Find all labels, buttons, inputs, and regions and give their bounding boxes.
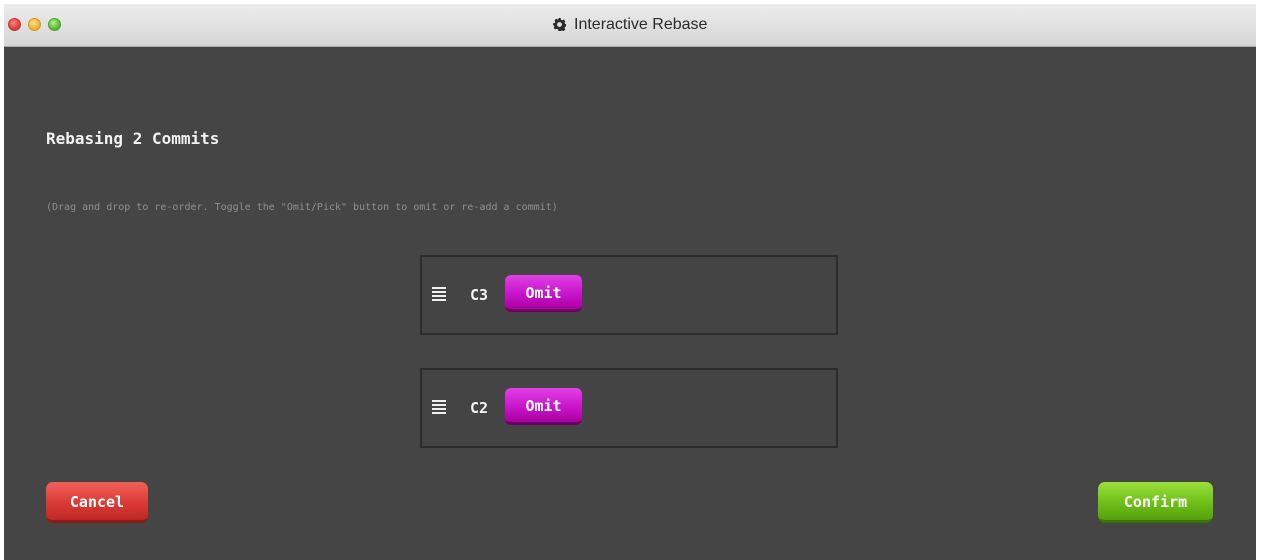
commit-id: C3 (470, 286, 489, 304)
omit-toggle-button[interactable]: Omit (505, 275, 582, 312)
cancel-button[interactable]: Cancel (46, 482, 148, 523)
drag-handle-icon[interactable] (432, 400, 446, 414)
rebase-hint: (Drag and drop to re-order. Toggle the "… (46, 202, 558, 213)
gear-icon (552, 18, 567, 36)
commit-row-c2[interactable]: C2 Omit (420, 368, 838, 448)
drag-handle-icon[interactable] (432, 287, 446, 301)
window-title: Interactive Rebase (4, 16, 1256, 36)
rebase-heading: Rebasing 2 Commits (46, 129, 220, 148)
title-bar[interactable]: Interactive Rebase (4, 4, 1256, 47)
window-title-text: Interactive Rebase (574, 16, 708, 33)
omit-toggle-button[interactable]: Omit (505, 388, 582, 425)
app-window: Interactive Rebase Rebasing 2 Commits (D… (4, 4, 1256, 560)
commit-row-c3[interactable]: C3 Omit (420, 255, 838, 335)
commit-id: C2 (470, 399, 489, 417)
confirm-button[interactable]: Confirm (1098, 482, 1213, 523)
